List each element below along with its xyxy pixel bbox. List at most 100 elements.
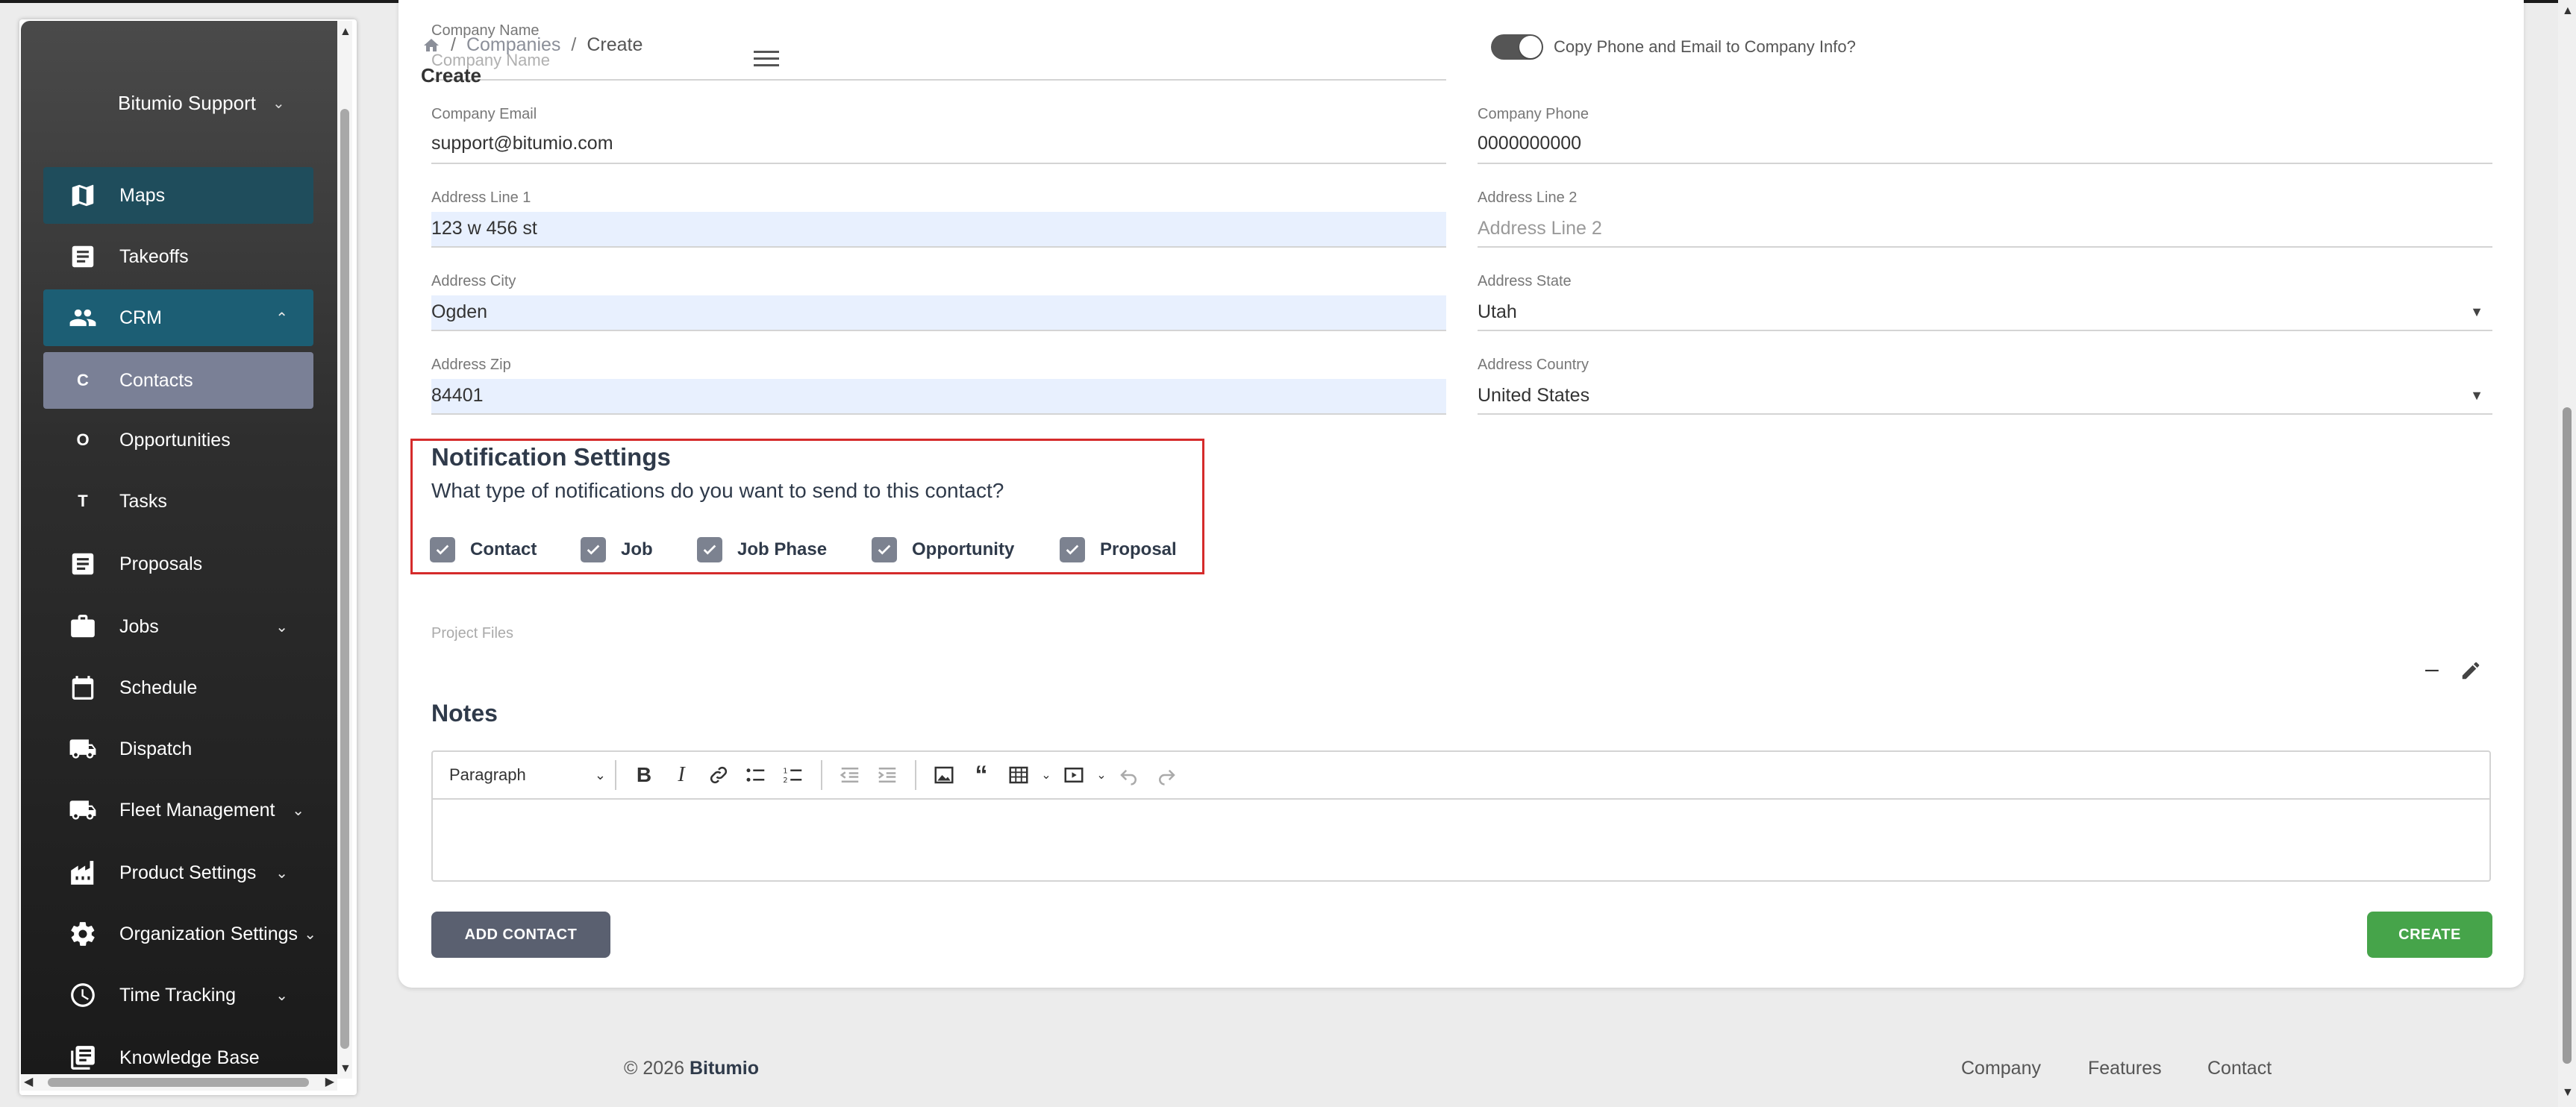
sidebar-item-product-settings[interactable]: Product Settings ⌄ xyxy=(43,844,313,901)
footer-link-contact[interactable]: Contact xyxy=(2207,1058,2272,1079)
address-line1-value: 123 w 456 st xyxy=(431,218,537,239)
sidebar-item-dispatch[interactable]: Dispatch xyxy=(43,721,313,777)
address-country-select[interactable]: Address Country United States ▼ xyxy=(1478,357,2492,415)
notes-editor[interactable]: Paragraph ⌄ B I 12 “ ⌄ ⌄ xyxy=(431,750,2491,882)
checkbox-checked-icon[interactable] xyxy=(581,537,606,562)
breadcrumb-separator: / xyxy=(451,34,456,55)
scroll-up-arrow-icon[interactable]: ▲ xyxy=(2562,4,2574,18)
address-city-label: Address City xyxy=(431,273,516,289)
sidebar-item-knowledge-base[interactable]: Knowledge Base xyxy=(43,1029,313,1079)
sidebar-item-time-tracking[interactable]: Time Tracking ⌄ xyxy=(43,967,313,1023)
table-icon[interactable] xyxy=(1000,756,1037,794)
checkbox-checked-icon[interactable] xyxy=(1060,537,1085,562)
sidebar-item-label: Jobs xyxy=(119,615,159,637)
sidebar-item-label: Schedule xyxy=(119,677,198,698)
sidebar-item-contacts[interactable]: C Contacts xyxy=(43,352,313,409)
chevron-down-icon: ⌄ xyxy=(275,987,288,1004)
copy-phone-email-toggle[interactable]: Copy Phone and Email to Company Info? xyxy=(1491,34,1856,60)
sidebar-item-letter: O xyxy=(76,430,90,449)
outdent-icon[interactable] xyxy=(831,756,869,794)
blockquote-icon[interactable]: “ xyxy=(963,756,1000,794)
sidebar-item-jobs[interactable]: Jobs ⌄ xyxy=(43,598,313,655)
checkbox-contact[interactable]: Contact xyxy=(430,537,537,562)
footer-link-features[interactable]: Features xyxy=(2088,1058,2162,1079)
create-button[interactable]: CREATE xyxy=(2367,912,2492,958)
company-phone-field[interactable]: Company Phone 0000000000 xyxy=(1478,106,2492,164)
scroll-right-arrow-icon[interactable]: ▶ xyxy=(325,1074,334,1089)
block-style-value: Paragraph xyxy=(449,765,526,784)
sidebar-scrollbar-vertical[interactable]: ▲ ▼ xyxy=(337,21,352,1079)
factory-icon xyxy=(67,857,99,888)
toggle-switch[interactable] xyxy=(1491,34,1543,60)
sidebar-item-letter: C xyxy=(77,371,89,389)
checkbox-checked-icon[interactable] xyxy=(430,537,455,562)
checkbox-proposal[interactable]: Proposal xyxy=(1060,537,1177,562)
address-zip-field[interactable]: Address Zip 84401 xyxy=(431,357,1446,415)
sidebar-item-schedule[interactable]: Schedule xyxy=(43,659,313,716)
bold-icon[interactable]: B xyxy=(625,756,663,794)
scrollbar-thumb[interactable] xyxy=(2563,407,2572,1064)
truck-icon xyxy=(67,794,99,826)
block-style-select[interactable]: Paragraph ⌄ xyxy=(449,765,606,785)
address-line1-label: Address Line 1 xyxy=(431,189,531,206)
checkbox-checked-icon[interactable] xyxy=(872,537,897,562)
dropdown-arrow-icon[interactable]: ▼ xyxy=(2470,304,2483,320)
sidebar-item-takeoffs[interactable]: Takeoffs xyxy=(43,228,313,285)
chevron-down-icon[interactable]: ⌄ xyxy=(1092,756,1110,794)
address-state-select[interactable]: Address State Utah ▼ xyxy=(1478,273,2492,331)
chevron-down-icon: ⌄ xyxy=(594,767,606,783)
checkbox-job-phase[interactable]: Job Phase xyxy=(697,537,827,562)
home-icon[interactable] xyxy=(422,37,440,54)
bulleted-list-icon[interactable] xyxy=(737,756,775,794)
address-line2-placeholder: Address Line 2 xyxy=(1478,218,1602,239)
sidebar-item-fleet-management[interactable]: Fleet Management ⌄ xyxy=(43,782,313,838)
scrollbar-thumb[interactable] xyxy=(340,109,349,1049)
chevron-down-icon[interactable]: ⌄ xyxy=(1037,756,1055,794)
italic-icon[interactable]: I xyxy=(663,756,700,794)
svg-text:2: 2 xyxy=(783,777,787,785)
breadcrumb-companies[interactable]: Companies xyxy=(466,34,560,56)
address-line2-field[interactable]: Address Line 2 Address Line 2 xyxy=(1478,189,2492,248)
scroll-left-arrow-icon[interactable]: ◀ xyxy=(24,1074,33,1089)
indent-icon[interactable] xyxy=(869,756,906,794)
sidebar-item-label: Contacts xyxy=(119,369,193,391)
dropdown-arrow-icon[interactable]: ▼ xyxy=(2470,388,2483,404)
link-icon[interactable] xyxy=(700,756,737,794)
menu-toggle-icon[interactable] xyxy=(754,51,779,67)
pencil-icon[interactable] xyxy=(2460,659,2482,682)
checkbox-label: Contact xyxy=(470,539,537,559)
undo-icon[interactable] xyxy=(1110,756,1148,794)
media-embed-icon[interactable] xyxy=(1055,756,1092,794)
numbered-list-icon[interactable]: 12 xyxy=(775,756,812,794)
sidebar-item-maps[interactable]: Maps xyxy=(43,167,313,224)
sidebar-item-organization-settings[interactable]: Organization Settings ⌄ xyxy=(43,906,316,962)
address-line2-label: Address Line 2 xyxy=(1478,189,1578,206)
footer-brand[interactable]: Bitumio xyxy=(690,1058,759,1079)
truck-icon xyxy=(67,733,99,765)
address-city-field[interactable]: Address City Ogden xyxy=(431,273,1446,331)
checkbox-job[interactable]: Job xyxy=(581,537,653,562)
redo-icon[interactable] xyxy=(1148,756,1185,794)
scroll-down-arrow-icon[interactable]: ▼ xyxy=(2562,1086,2574,1100)
sidebar-item-proposals[interactable]: Proposals xyxy=(43,536,313,592)
breadcrumb-create: Create xyxy=(587,34,643,55)
sidebar-scrollbar-horizontal[interactable]: ◀ ▶ xyxy=(21,1074,337,1091)
org-selector[interactable]: Bitumio Support ⌄ xyxy=(118,84,319,122)
company-email-field[interactable]: Company Email support@bitumio.com xyxy=(431,106,1446,164)
scroll-down-arrow-icon[interactable]: ▼ xyxy=(340,1062,351,1076)
scroll-up-arrow-icon[interactable]: ▲ xyxy=(340,25,351,39)
sidebar-item-crm[interactable]: CRM ⌃ xyxy=(43,289,313,346)
sidebar-item-opportunities[interactable]: O Opportunities xyxy=(43,412,313,468)
checkbox-opportunity[interactable]: Opportunity xyxy=(872,537,1014,562)
company-phone-value: 0000000000 xyxy=(1478,133,1582,154)
page-scrollbar[interactable]: ▲ ▼ xyxy=(2558,0,2576,1107)
sidebar-item-label: Takeoffs xyxy=(119,245,189,267)
add-contact-button[interactable]: ADD CONTACT xyxy=(431,912,610,958)
minus-icon[interactable]: – xyxy=(2425,655,2439,683)
image-icon[interactable] xyxy=(925,756,963,794)
address-line1-field[interactable]: Address Line 1 123 w 456 st xyxy=(431,189,1446,248)
scrollbar-thumb[interactable] xyxy=(48,1078,309,1087)
footer-link-company[interactable]: Company xyxy=(1961,1058,2041,1079)
sidebar-item-tasks[interactable]: T Tasks xyxy=(43,473,313,530)
checkbox-checked-icon[interactable] xyxy=(697,537,722,562)
